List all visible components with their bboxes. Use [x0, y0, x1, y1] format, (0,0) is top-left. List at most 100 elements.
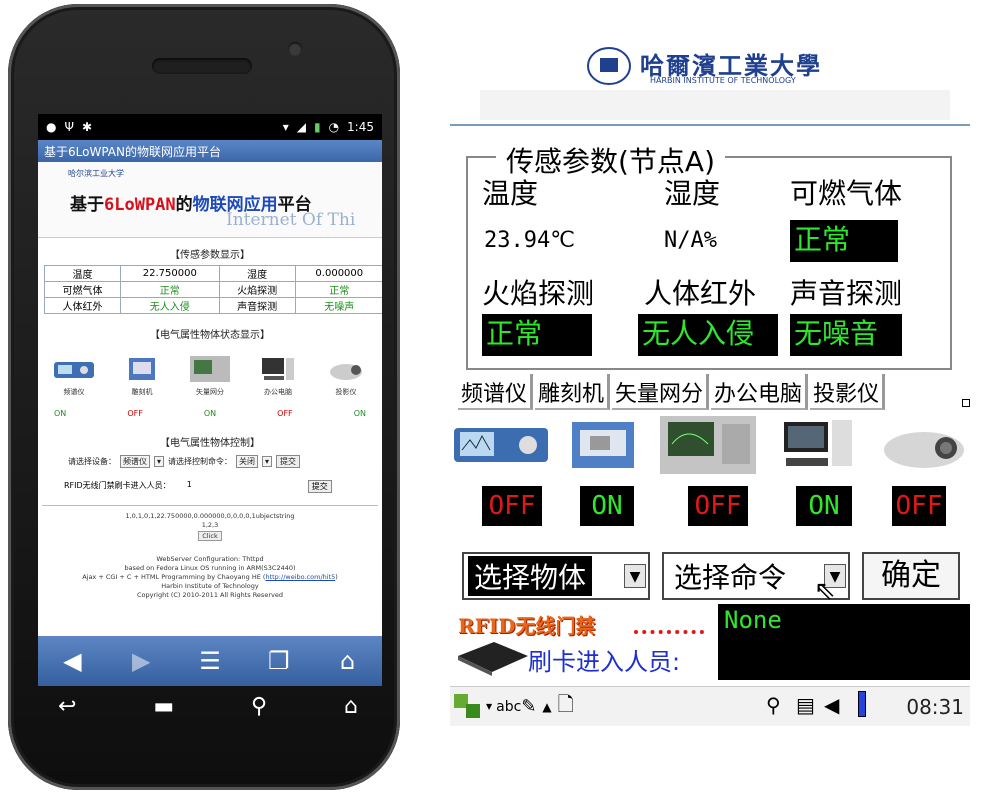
back-key-icon[interactable]: ↩ [58, 694, 76, 719]
browser-nav-bar: ◀ ▶ ☰ ❐ ⌂ [38, 636, 382, 686]
header-logo-area: 哈爾濱工業大學 HARBIN INSTITUTE OF TECHNOLOGY [450, 38, 970, 126]
menu-list-icon[interactable]: ☰ [190, 647, 230, 675]
device-projector: 投影仪 [316, 353, 376, 397]
mouse-cursor-icon: ⇖ [814, 576, 836, 606]
earpiece-speaker [152, 58, 252, 74]
sensor-group-box: 传感参数(节点A) 温度 湿度 可燃气体 23.94℃ N/A% 正常 火焰探测… [466, 140, 952, 370]
led-state: ON [796, 486, 852, 526]
rfid-row: RFID无线门禁刷卡进入人员： 1 提交 [38, 480, 382, 493]
android-status-bar: ● Ψ ✱ ▾ ◢ ▮ ◔ 1:45 [38, 114, 382, 140]
start-menu-icon[interactable] [452, 692, 486, 722]
flame-status: 正常 [482, 314, 592, 356]
swipe-label: 刷卡进入人员: [528, 648, 681, 676]
search-icon[interactable]: ⚲ [766, 693, 781, 717]
engraver-image [572, 422, 634, 468]
device-state-row: ON OFF ON OFF ON [38, 409, 382, 418]
table-row: 人体红外 无人入侵 声音探测 无噪声 [44, 297, 382, 314]
ir-label: 人体红外 [644, 277, 757, 310]
submit-button[interactable]: 提交 [276, 455, 301, 468]
table-row: 温度 22.750000 湿度 0.000000 [44, 265, 382, 282]
ir-status: 无人入侵 [638, 314, 778, 356]
device-state: ON [54, 409, 67, 418]
search-key-icon[interactable]: ⚲ [251, 694, 267, 719]
device-state: OFF [277, 409, 293, 418]
humidity-value: N/A% [664, 228, 717, 253]
status-clock: 1:45 [347, 120, 374, 134]
signal-icon: ◢ [296, 120, 306, 134]
rfid-decoration [634, 630, 704, 636]
home-key-icon[interactable]: ⌂ [344, 694, 358, 719]
university-emblem-icon [587, 47, 631, 85]
volume-icon[interactable]: ◀ [824, 693, 839, 717]
tab-spectrum-analyzer[interactable]: 频谱仪 [458, 374, 534, 410]
data-string: 1,0,1,0,1,22.750000,0.000000,0,0,0,0,1ub… [125, 512, 295, 520]
led-state: OFF [482, 486, 542, 526]
rfid-title: RFID无线门禁 [458, 614, 596, 638]
device-office-pc: 办公电脑 [248, 353, 308, 397]
device-select[interactable]: 频谱仪 [120, 455, 150, 468]
device-images [450, 414, 970, 478]
university-name-en: HARBIN INSTITUTE OF TECHNOLOGY [650, 76, 796, 85]
sound-label: 声音探测 [790, 277, 903, 310]
device-engraver: 雕刻机 [112, 353, 172, 397]
chevron-up-icon[interactable]: ▲ [542, 700, 551, 714]
footer: WebServer Configuration: Thttpd based on… [82, 555, 338, 599]
humidity-label: 湿度 [664, 177, 721, 210]
chevron-down-icon[interactable]: ▼ [486, 702, 492, 711]
click-button[interactable]: Click [198, 531, 222, 541]
forward-arrow-icon[interactable]: ▶ [121, 647, 161, 675]
keyboard-abc[interactable]: abc [496, 699, 521, 715]
gas-label: 可燃气体 [790, 177, 903, 210]
chevron-down-icon[interactable]: ▾ [154, 456, 165, 467]
device-network-analyzer: 矢量网分 [180, 353, 240, 397]
site-banner: 哈尔滨工业大学 基于6LoWPAN的物联网应用平台 Internet Of Th… [38, 162, 382, 238]
command-select[interactable]: 关闭 [236, 455, 259, 468]
sensor-section-title: 【传感参数显示】 [170, 250, 250, 261]
temp-label: 温度 [482, 177, 539, 210]
object-select[interactable]: 选择物体 ▼ [462, 552, 650, 600]
device-state: ON [203, 409, 217, 418]
spectrum-analyzer-image [454, 428, 548, 462]
phone-screen: ● Ψ ✱ ▾ ◢ ▮ ◔ 1:45 基于6LoWPAN的物联网应用平台 哈尔滨… [38, 114, 382, 686]
taskbar-clock: 08:31 [906, 695, 964, 719]
device-status-section-title: 【电气属性物体状态显示】 [150, 330, 270, 341]
battery-icon: ▮ [313, 120, 321, 134]
command-select[interactable]: 选择命令 ▼ ⇖ [662, 552, 850, 606]
weibo-link[interactable]: http://weibo.com/hit5 [265, 573, 335, 581]
confirm-button[interactable]: 确定 [862, 552, 960, 600]
rfid-output: None [718, 604, 970, 680]
flame-label: 火焰探测 [482, 277, 595, 310]
led-state: OFF [688, 486, 748, 526]
card-reader-icon [458, 642, 528, 676]
clipboard-icon[interactable]: ▤ [796, 693, 815, 717]
pen-icon[interactable]: ✎ [521, 696, 536, 717]
tabs-icon[interactable]: ❐ [259, 647, 299, 675]
sensor-table: 温度 22.750000 湿度 0.000000 可燃气体 正常 火焰探测 正常 人体红外无… [44, 265, 382, 314]
divider [42, 505, 378, 506]
phone-mockup: ● Ψ ✱ ▾ ◢ ▮ ◔ 1:45 基于6LoWPAN的物联网应用平台 哈尔滨… [8, 4, 400, 790]
window-corner-marker [962, 399, 970, 407]
menu-key-icon[interactable]: ▬ [153, 694, 174, 719]
embedded-screen: 哈爾濱工業大學 HARBIN INSTITUTE OF TECHNOLOGY 传… [450, 38, 970, 726]
chevron-down-icon[interactable]: ▼ [624, 564, 646, 588]
gas-status: 正常 [790, 220, 898, 262]
temp-value: 23.94℃ [484, 228, 575, 253]
control-section-title: 【电气属性物体控制】 [160, 438, 260, 449]
device-list: 频谱仪 雕刻机 矢量网分 办公电脑 投影仪 [38, 353, 382, 397]
notification-icon: ● [46, 120, 57, 134]
document-icon[interactable]: 🗋 [558, 690, 574, 724]
rfid-submit-button[interactable]: 提交 [307, 480, 332, 493]
tab-engraver[interactable]: 雕刻机 [535, 374, 611, 410]
tab-projector[interactable]: 投影仪 [810, 374, 886, 410]
chevron-down-icon[interactable]: ▾ [262, 456, 273, 467]
tab-office-pc[interactable]: 办公电脑 [711, 374, 809, 410]
usb-icon: Ψ [64, 120, 74, 134]
device-spectrum-analyzer: 频谱仪 [44, 353, 104, 397]
tab-network-analyzer[interactable]: 矢量网分 [612, 374, 710, 410]
office-pc-image [784, 420, 852, 466]
battery-icon [858, 691, 866, 717]
back-arrow-icon[interactable]: ◀ [52, 647, 92, 675]
banner-english: Internet Of Thi [226, 210, 356, 230]
home-icon[interactable]: ⌂ [328, 647, 368, 675]
led-state: OFF [892, 486, 946, 526]
